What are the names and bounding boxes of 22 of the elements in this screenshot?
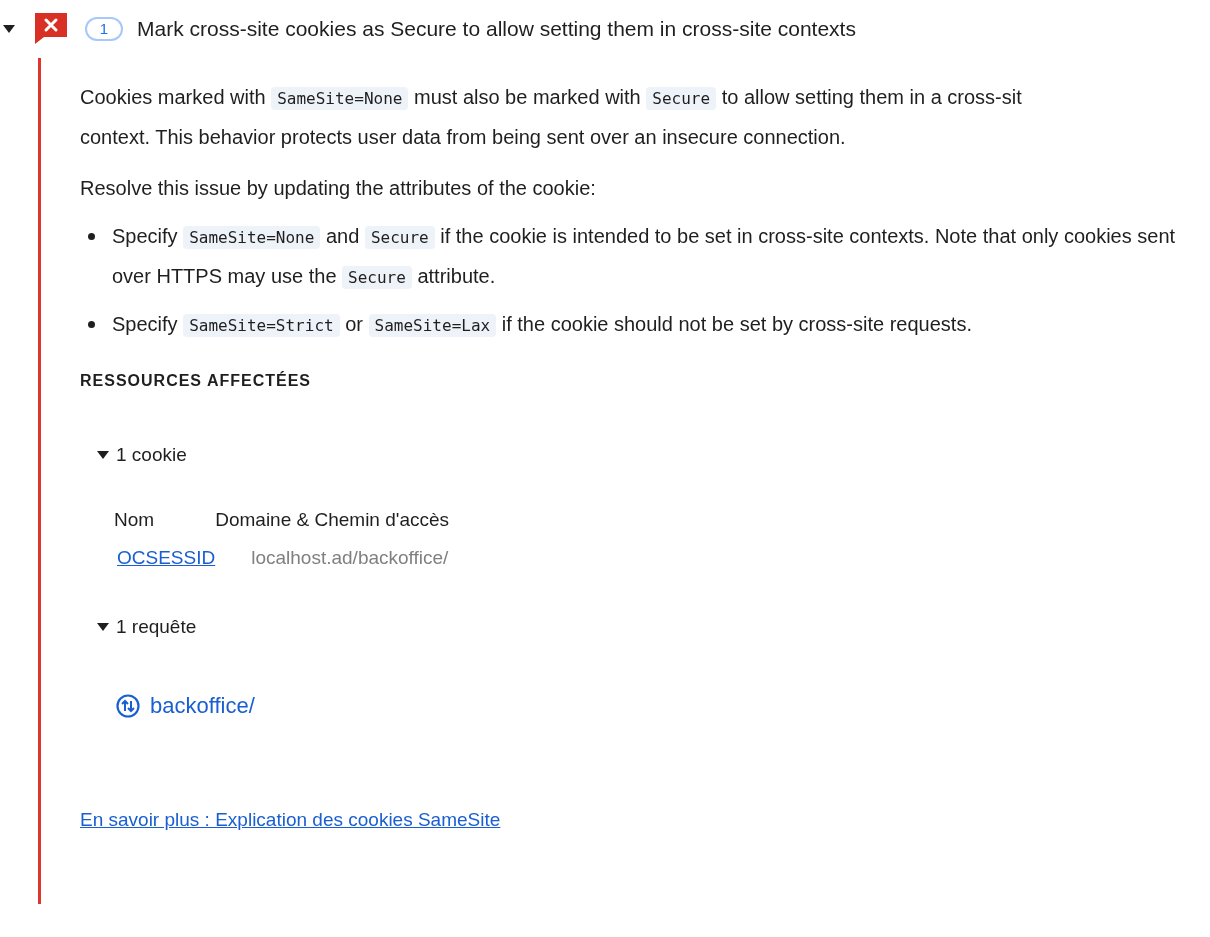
bullet-icon bbox=[88, 233, 95, 240]
caret-icon[interactable] bbox=[96, 621, 110, 632]
count-badge: 1 bbox=[85, 17, 123, 41]
caret-icon[interactable] bbox=[96, 450, 110, 461]
request-link[interactable]: backoffice/ bbox=[150, 689, 255, 722]
resolve-text: Resolve this issue by updating the attributes of the cookie: bbox=[80, 176, 597, 201]
cookie-link[interactable]: OCSESSID bbox=[117, 547, 216, 568]
error-icon bbox=[34, 13, 68, 45]
column-header: Domaine & Chemin d'accès bbox=[215, 507, 451, 532]
domain-cell-text: localhost.ad/backoffice/ bbox=[250, 546, 450, 570]
bullet-icon bbox=[88, 321, 95, 328]
issue-title: Mark cross-site cookies as Secure to allow setting them in cross-site contexts bbox=[137, 16, 856, 43]
requests-toggle[interactable]: 1 requête bbox=[96, 612, 1210, 641]
caret-icon[interactable] bbox=[2, 24, 16, 34]
bullet-text: Specify SameSite=Strict or SameSite=Lax if the cookie should not be set by cross-site requests. bbox=[112, 312, 973, 339]
request-icon bbox=[116, 693, 140, 718]
cookies-toggle[interactable]: 1 cookie bbox=[96, 441, 1210, 470]
description-text: Cookies marked with SameSite=None must also be marked with Secure to allow setting them in a cross-sit context. This behavior protects user data from being sent over an insecure connection. bbox=[80, 85, 1023, 150]
column-header: Nom bbox=[114, 507, 156, 532]
section-heading: RESSOURCES AFFECTÉES bbox=[80, 370, 312, 391]
bullet-text: Specify SameSite=None and Secure if the cookie is intended to be set in cross-site contexts. Note that only cookies sent over HTTPS may use the Secure attribute. bbox=[112, 224, 1177, 291]
learn-more-link[interactable]: En savoir plus : Explication des cookies SameSite bbox=[80, 806, 501, 835]
